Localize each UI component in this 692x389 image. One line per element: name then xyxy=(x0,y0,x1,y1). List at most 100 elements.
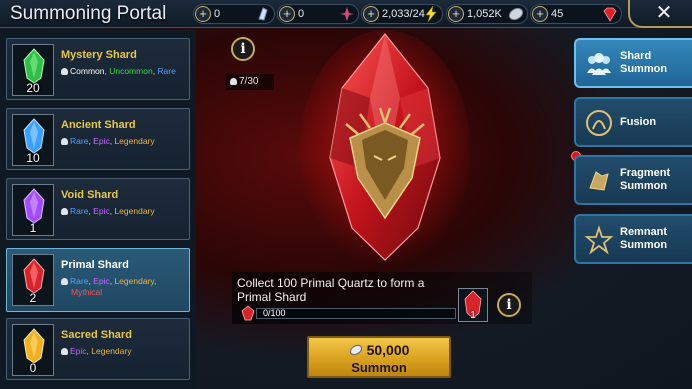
summon-cost: 50,000 xyxy=(309,342,449,358)
champion-icon xyxy=(61,278,68,285)
top-bar: Summoning Portal + 0 + 0 + 2,033/24 + 1,… xyxy=(0,0,692,28)
shard-rarities: Epic, Legendary xyxy=(61,346,191,357)
add-scrolls-button[interactable]: + xyxy=(195,6,211,22)
void-shard-icon xyxy=(23,188,45,224)
remnant-summon-icon xyxy=(584,225,614,255)
resource-arena-tokens[interactable]: + 0 xyxy=(277,4,359,24)
primal-shard-artwork xyxy=(300,30,470,266)
pity-counter: 7/30 xyxy=(226,74,274,90)
energy-bolt-icon xyxy=(425,5,437,23)
shard-count: 20 xyxy=(26,81,40,95)
resource-value: 0 xyxy=(214,8,221,20)
resource-scrolls[interactable]: + 0 xyxy=(193,4,275,24)
rarity-label: Mythical xyxy=(71,287,103,297)
tab-shard-summon[interactable]: Shard Summon xyxy=(574,38,692,88)
shard-count: 2 xyxy=(29,291,37,305)
rarity-label: Common xyxy=(70,66,105,76)
add-gems-button[interactable]: + xyxy=(532,6,548,22)
shard-list: 20 Mystery Shard Common, Uncommon, Rare … xyxy=(0,29,196,389)
shard-name: Sacred Shard xyxy=(61,329,132,341)
tab-fusion[interactable]: Fusion xyxy=(574,97,692,147)
fragment-info-button[interactable]: i xyxy=(497,293,521,317)
tab-label: Shard Summon xyxy=(620,50,668,75)
page-title: Summoning Portal xyxy=(10,3,167,24)
rarity-label: Legendary xyxy=(114,136,155,146)
silver-coin-icon xyxy=(508,7,524,21)
rarity-label: Rare xyxy=(70,136,89,146)
rarity-label: Legendary xyxy=(114,276,154,286)
add-tokens-button[interactable]: + xyxy=(279,6,295,22)
rarity-label: Legendary xyxy=(114,206,155,216)
ancient-shard-icon xyxy=(23,118,45,154)
rarity-label: Epic xyxy=(70,346,87,356)
resource-value: 0 xyxy=(298,8,305,20)
champion-icon xyxy=(230,78,237,85)
shard-thumbnail: 0 xyxy=(12,324,54,376)
tab-remnant-summon[interactable]: Remnant Summon xyxy=(574,214,692,264)
shard-rarities: Rare, Epic, Legendary xyxy=(61,206,191,217)
tab-label: Fragment Summon xyxy=(620,167,671,192)
resource-value: 1,052K xyxy=(467,8,502,20)
mystery-shard-icon xyxy=(23,48,45,84)
summon-label: Summon xyxy=(351,360,407,375)
shard-name: Ancient Shard xyxy=(61,119,136,131)
champion-icon xyxy=(61,348,68,355)
quartz-progress-bar: 0/100 xyxy=(256,308,456,319)
rarity-label: Uncommon xyxy=(109,66,153,76)
shard-name: Mystery Shard xyxy=(61,49,137,61)
shard-count: 0 xyxy=(29,361,37,375)
rarity-label: Rare xyxy=(70,276,89,286)
shard-thumbnail: 2 xyxy=(12,254,54,306)
ruby-gem-icon xyxy=(603,7,617,22)
shard-card-sacred[interactable]: 0 Sacred Shard Epic, Legendary xyxy=(6,318,190,380)
sacred-shard-icon xyxy=(23,328,45,364)
shard-name: Void Shard xyxy=(61,189,119,201)
tab-fragment-summon[interactable]: Fragment Summon xyxy=(574,155,692,205)
summon-cost-value: 50,000 xyxy=(366,342,410,358)
shard-card-ancient[interactable]: 10 Ancient Shard Rare, Epic, Legendary xyxy=(6,108,190,170)
shard-name: Primal Shard xyxy=(61,259,129,271)
shard-count: 1 xyxy=(29,221,37,235)
shard-card-mystery[interactable]: 20 Mystery Shard Common, Uncommon, Rare xyxy=(6,38,190,100)
shard-card-primal[interactable]: 2 Primal Shard Rare, Epic, Legendary, Myt… xyxy=(6,248,190,312)
tab-label: Remnant Summon xyxy=(620,226,668,251)
hand-scroll-icon xyxy=(258,7,268,21)
shard-rarities: Rare, Epic, Legendary xyxy=(61,136,191,147)
rarity-label: Epic xyxy=(93,206,110,216)
fusion-icon xyxy=(586,110,612,136)
shard-thumbnail: 10 xyxy=(12,114,54,166)
pity-value: 7/30 xyxy=(239,76,259,87)
shard-rarities: Rare, Epic, Legendary, Mythical xyxy=(61,276,191,298)
shard-thumbnail: 1 xyxy=(12,184,54,236)
close-icon[interactable]: ✕ xyxy=(653,2,675,24)
resource-value: 45 xyxy=(551,8,564,20)
shard-count: 10 xyxy=(26,151,40,165)
rarity-label: Epic xyxy=(93,276,110,286)
resource-energy[interactable]: + 2,033/24 xyxy=(361,4,443,24)
rarity-label: Rare xyxy=(70,206,89,216)
summon-button[interactable]: 50,000 Summon xyxy=(307,336,451,378)
champion-icon xyxy=(61,138,68,145)
shard-rarities: Common, Uncommon, Rare xyxy=(61,66,191,77)
fragment-count: 1 xyxy=(470,310,476,321)
progress-text: 0/100 xyxy=(263,308,286,318)
primal-quartz-icon xyxy=(241,305,255,321)
add-silver-button[interactable]: + xyxy=(448,6,464,22)
shard-thumbnail: 20 xyxy=(12,44,54,96)
silver-coin-icon xyxy=(349,344,362,356)
info-button[interactable]: i xyxy=(231,37,255,61)
arena-token-icon xyxy=(340,7,354,21)
rarity-label: Legendary xyxy=(91,346,132,356)
resource-gems[interactable]: + 45 xyxy=(530,4,622,24)
rarity-label: Rare xyxy=(157,66,176,76)
collect-description: Collect 100 Primal Quartz to form a Prim… xyxy=(237,276,425,304)
rarity-label: Epic xyxy=(93,136,110,146)
shard-card-void[interactable]: 1 Void Shard Rare, Epic, Legendary xyxy=(6,178,190,240)
add-energy-button[interactable]: + xyxy=(363,6,379,22)
champion-icon xyxy=(61,208,68,215)
primal-fragment-thumbnail: 1 xyxy=(458,288,488,322)
champion-icon xyxy=(61,68,68,75)
tab-label: Fusion xyxy=(620,115,657,128)
shard-summon-icon xyxy=(587,53,611,75)
resource-silver[interactable]: + 1,052K xyxy=(446,4,528,24)
